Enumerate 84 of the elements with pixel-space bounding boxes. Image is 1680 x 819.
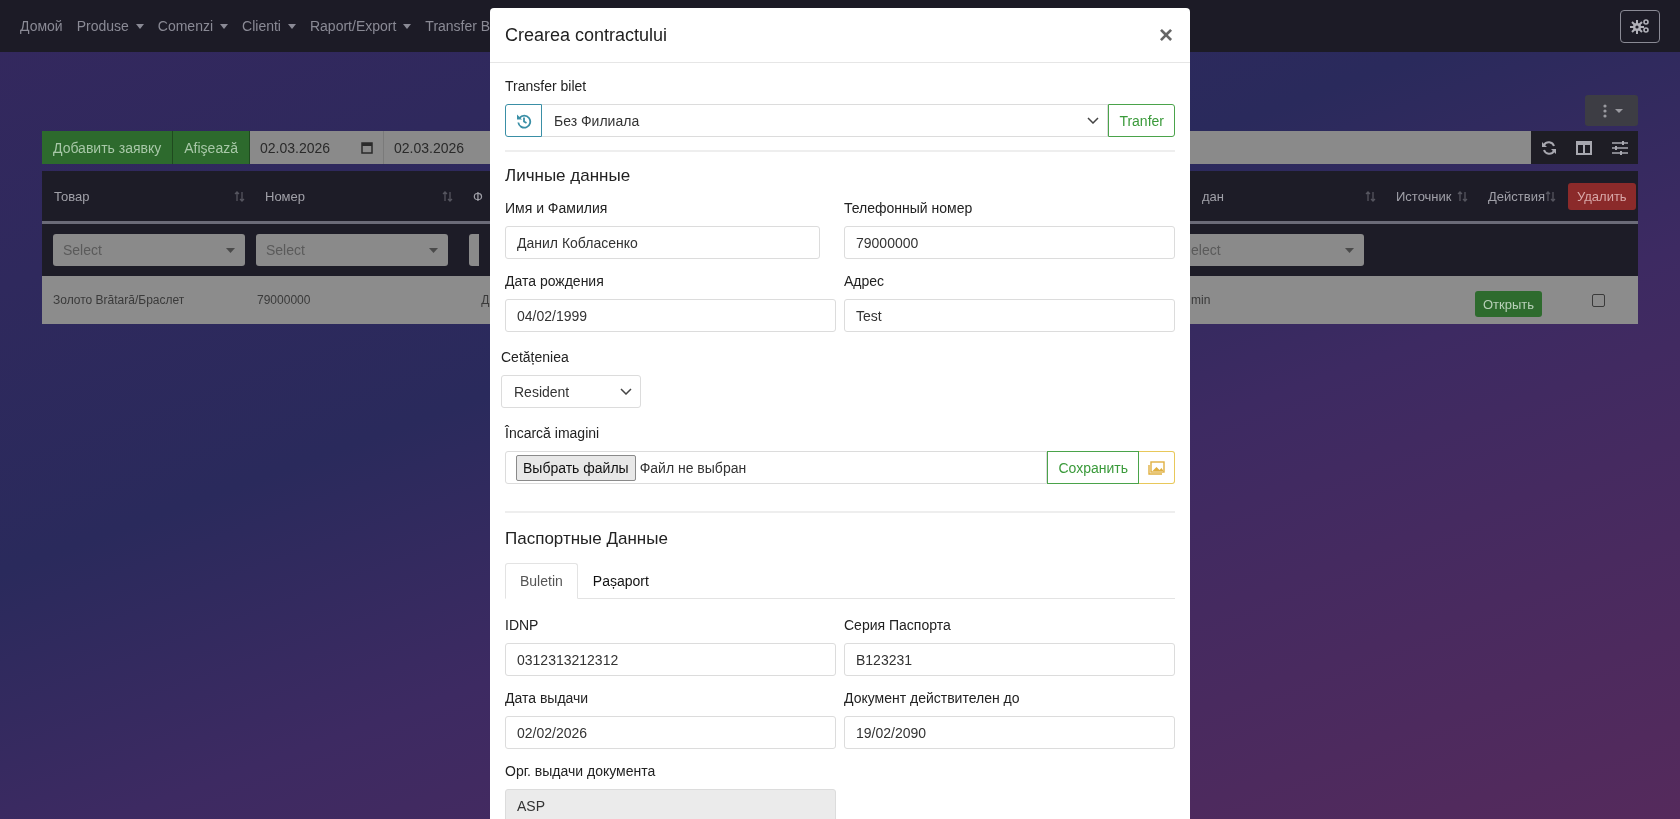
- input-field[interactable]: Test: [844, 299, 1175, 332]
- field-label: Орг. выдачи документа: [505, 763, 657, 779]
- gallery-button[interactable]: [1139, 451, 1175, 484]
- sort-icon[interactable]: [1365, 190, 1376, 202]
- images-icon: [1148, 460, 1165, 475]
- toolbar-button[interactable]: Добавить заявку: [42, 131, 174, 164]
- select-value: Resident: [514, 383, 570, 400]
- toolbar-button[interactable]: Afişează: [173, 131, 250, 164]
- nav-menu-item[interactable]: Produse: [76, 18, 144, 34]
- settings-icon: [1630, 18, 1650, 34]
- column-header[interactable]: Ф: [461, 188, 490, 204]
- citizenship-select[interactable]: Resident: [501, 375, 641, 408]
- transfer-button[interactable]: Tranfer: [1108, 104, 1175, 137]
- input-field[interactable]: 02/02/2026: [505, 716, 836, 749]
- nav-menu-item[interactable]: Clienti: [242, 18, 296, 34]
- select-value: Без Филиала: [554, 112, 640, 129]
- field-label: Cetățeniea: [501, 349, 569, 365]
- more-options-button[interactable]: [1585, 95, 1638, 126]
- caret-icon: [220, 23, 229, 29]
- chevron-down-icon: [620, 388, 632, 395]
- refresh-icon[interactable]: [1540, 139, 1557, 156]
- input-field[interactable]: 04/02/1999: [505, 299, 836, 332]
- date-value: 02.03.2026: [260, 139, 331, 156]
- caret-icon: [1345, 247, 1354, 253]
- table-cell: min: [1191, 293, 1211, 307]
- table-cell: Золото Brătară/Браслет: [53, 293, 185, 307]
- caret-icon: [429, 247, 438, 253]
- column-header[interactable]: Номер: [253, 188, 461, 204]
- tab[interactable]: Pașaport: [577, 563, 664, 599]
- settings-button[interactable]: [1620, 9, 1660, 43]
- close-button[interactable]: ×: [1157, 23, 1175, 47]
- sort-icon[interactable]: [234, 190, 245, 202]
- input-field[interactable]: 0312313212312: [505, 643, 836, 676]
- history-button[interactable]: [505, 104, 542, 137]
- sort-icon[interactable]: [1545, 190, 1556, 202]
- caret-icon: [226, 247, 235, 253]
- sort-icon[interactable]: [442, 190, 453, 202]
- table-cell: Д: [481, 293, 490, 307]
- section-heading: Личные данные: [505, 166, 631, 186]
- input-field[interactable]: 19/02/2090: [844, 716, 1175, 749]
- column-header[interactable]: Действия: [1476, 188, 1564, 204]
- sort-icon[interactable]: [1457, 190, 1468, 202]
- tab[interactable]: Buletin: [505, 563, 578, 599]
- nav-menu-item[interactable]: Transfer B: [425, 18, 491, 34]
- field-label: Дата выдачи: [505, 690, 590, 706]
- nav-menu-item[interactable]: Comenzi: [157, 18, 229, 34]
- field-label: Transfer bilet: [505, 78, 587, 94]
- save-button[interactable]: Сохранить: [1047, 451, 1139, 484]
- input-field[interactable]: B123231: [844, 643, 1175, 676]
- chevron-down-icon: [1087, 117, 1100, 124]
- modal-title: Crearea contractului: [505, 24, 668, 46]
- field-label: Дата рождения: [505, 273, 605, 289]
- field-label: Документ действителен до: [844, 690, 1021, 706]
- caret-icon: [135, 23, 144, 29]
- column-header[interactable]: Товар: [42, 188, 253, 204]
- column-header[interactable]: дан: [1190, 188, 1384, 204]
- section-heading: Паспортные Данные: [505, 529, 668, 549]
- input-field[interactable]: 79000000: [844, 226, 1175, 259]
- input-field[interactable]: Данил Кобласенко: [505, 226, 820, 259]
- field-label: Серия Паспорта: [844, 617, 952, 633]
- field-label: Адрес: [844, 273, 886, 289]
- sliders-icon[interactable]: [1612, 140, 1629, 155]
- column-header[interactable]: Источник: [1384, 188, 1476, 204]
- field-label: IDNP: [505, 617, 540, 633]
- table-cell: 79000000: [257, 293, 311, 307]
- nav-menu-item[interactable]: Домой: [20, 18, 63, 34]
- field-label: Телефонный номер: [844, 200, 974, 216]
- row-checkbox[interactable]: [1592, 293, 1606, 307]
- history-icon: [515, 112, 532, 129]
- caret-icon: [403, 23, 412, 29]
- branch-select[interactable]: Без Филиала: [542, 104, 1109, 137]
- date-field[interactable]: 02.03.2026: [250, 131, 384, 164]
- field-label: Încarcă imagini: [505, 425, 600, 441]
- file-status: Файл не выбран: [639, 459, 747, 476]
- open-button[interactable]: Открыть: [1475, 291, 1543, 317]
- field-label: Имя и Фамилия: [505, 200, 609, 216]
- columns-icon[interactable]: [1576, 140, 1593, 155]
- calendar-icon: [361, 141, 373, 154]
- delete-button[interactable]: Удалить: [1568, 182, 1636, 210]
- caret-icon: [287, 23, 296, 29]
- date-value: 02.03.2026: [394, 139, 465, 156]
- choose-files-button[interactable]: Выбрать файлы: [516, 454, 636, 481]
- file-input[interactable]: Выбрать файлы Файл не выбран: [505, 451, 1048, 484]
- nav-menu-item[interactable]: Raport/Export: [309, 18, 412, 34]
